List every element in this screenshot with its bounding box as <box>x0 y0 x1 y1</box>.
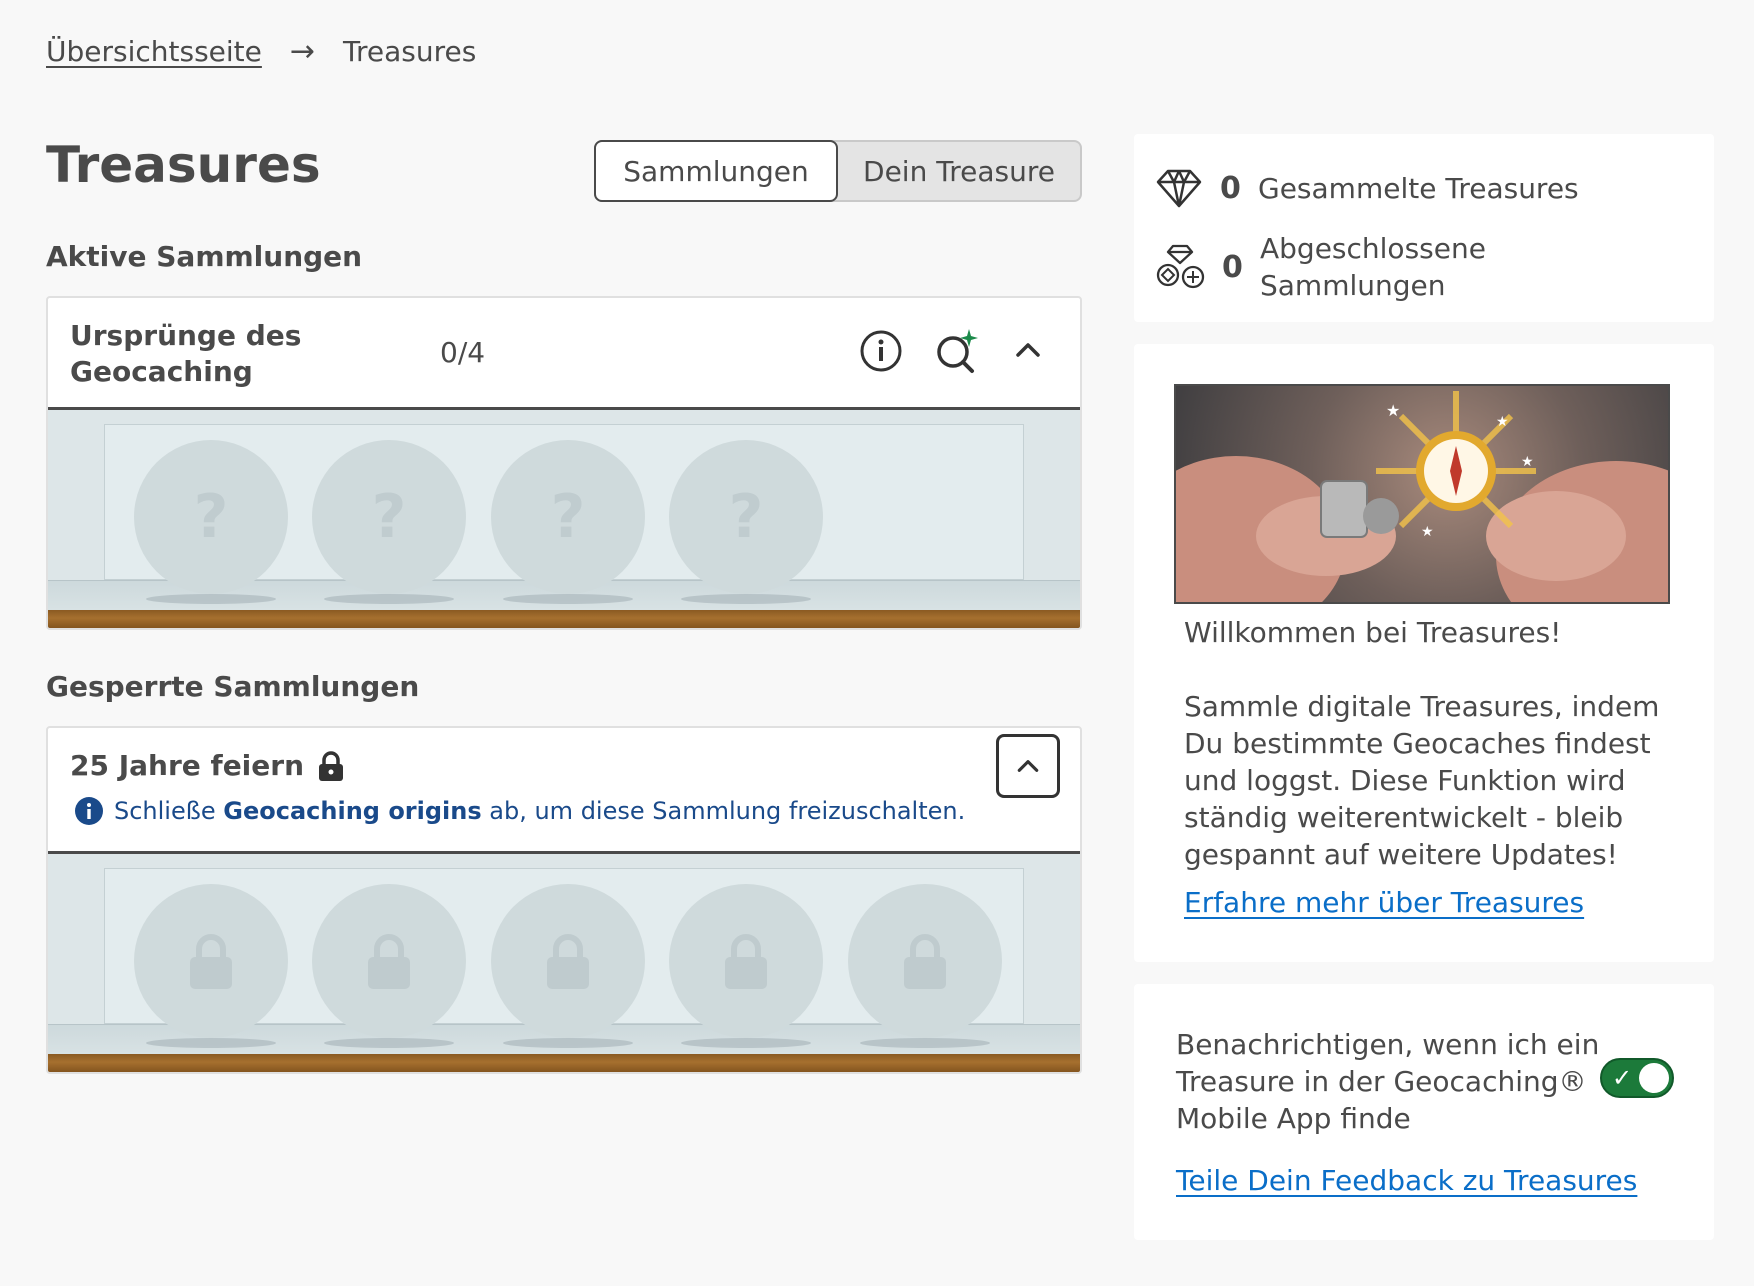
expand-chevron-button[interactable] <box>996 734 1060 798</box>
collection-title: Ursprünge des Geocaching <box>70 318 301 390</box>
locked-slot <box>134 884 288 1038</box>
search-sparkle-icon[interactable] <box>932 326 982 376</box>
completed-label: Abgeschlossene Sammlungen <box>1260 230 1486 304</box>
unlock-hint-text: Schließe Geocaching origins ab, um diese… <box>114 797 965 825</box>
treasure-slot: ? <box>491 440 645 594</box>
collected-label: Gesammelte Treasures <box>1258 171 1579 205</box>
check-icon: ✓ <box>1612 1064 1633 1092</box>
slot-shadow <box>681 1038 811 1048</box>
lock-icon <box>904 934 946 989</box>
chevron-up-icon <box>1017 760 1039 772</box>
page-title: Treasures <box>46 136 321 194</box>
unknown-icon: ? <box>371 482 407 552</box>
active-collections-heading: Aktive Sammlungen <box>46 240 363 273</box>
info-icon[interactable] <box>858 328 904 374</box>
unlock-hint: Schließe Geocaching origins ab, um diese… <box>74 796 965 826</box>
slot-shadow <box>146 1038 276 1048</box>
svg-text:★: ★ <box>1421 524 1434 540</box>
active-collection-card: Ursprünge des Geocaching 0/4 ? ? ? ? <box>46 296 1082 630</box>
view-toggle: Sammlungen Dein Treasure <box>594 140 1082 202</box>
svg-text:★: ★ <box>1496 414 1509 430</box>
hint-suffix: ab, um diese Sammlung freizuschalten. <box>481 797 966 825</box>
slot-shadow <box>324 594 454 604</box>
unknown-icon: ? <box>728 482 764 552</box>
completed-label-line: Sammlungen <box>1260 269 1446 302</box>
lock-icon <box>368 934 410 989</box>
locked-collection-card: 25 Jahre feiern Schließe Geocaching orig… <box>46 726 1082 1074</box>
active-collection-header: Ursprünge des Geocaching 0/4 <box>48 298 1080 410</box>
completed-count: 0 <box>1222 249 1243 285</box>
notify-card: Benachrichtigen, wenn ich ein Treasure i… <box>1134 984 1714 1240</box>
treasure-slot: ? <box>134 440 288 594</box>
slot-shadow <box>503 594 633 604</box>
welcome-body: Sammle digitale Treasures, indem Du best… <box>1184 688 1659 873</box>
breadcrumb: Übersichtsseite → Treasures <box>46 34 476 69</box>
toggle-knob <box>1639 1063 1669 1093</box>
hint-collection-name: Geocaching origins <box>223 797 482 825</box>
collected-stat: 0 Gesammelte Treasures <box>1156 168 1579 208</box>
collection-title-line: Ursprünge des <box>70 319 302 352</box>
locked-slot <box>848 884 1002 1038</box>
hands-compass-illustration: ★ ★ ★ ★ <box>1176 391 1668 602</box>
collection-title-line: Geocaching <box>70 355 253 388</box>
svg-text:★: ★ <box>1386 401 1400 420</box>
treasure-slot: ? <box>312 440 466 594</box>
hint-prefix: Schließe <box>114 797 224 825</box>
welcome-body-line: Sammle digitale Treasures, indem <box>1184 690 1660 723</box>
active-collection-shelf: ? ? ? ? <box>48 410 1080 628</box>
lock-icon <box>725 934 767 989</box>
lock-icon <box>547 934 589 989</box>
tab-collections[interactable]: Sammlungen <box>594 140 838 202</box>
slot-shadow <box>324 1038 454 1048</box>
gems-cluster-icon <box>1156 244 1205 289</box>
locked-slot <box>491 884 645 1038</box>
notify-label-line: Mobile App finde <box>1176 1102 1411 1135</box>
diamond-icon <box>1156 169 1202 208</box>
collected-count: 0 <box>1220 170 1241 206</box>
notify-label-line: Treasure in der Geocaching® <box>1176 1065 1587 1098</box>
lock-icon <box>190 934 232 989</box>
collection-progress: 0/4 <box>440 336 486 369</box>
locked-collection-title-row: 25 Jahre feiern <box>70 748 344 784</box>
treasure-slot: ? <box>669 440 823 594</box>
svg-text:★: ★ <box>1521 454 1534 470</box>
shelf-wood <box>48 1054 1080 1072</box>
lock-icon <box>319 751 344 781</box>
locked-slot <box>312 884 466 1038</box>
welcome-body-line: gespannt auf weitere Updates! <box>1184 838 1618 871</box>
tab-your-treasure[interactable]: Dein Treasure <box>838 142 1080 200</box>
locked-collection-shelf <box>48 854 1080 1072</box>
slot-shadow <box>860 1038 990 1048</box>
welcome-body-line: und loggst. Diese Funktion wird <box>1184 764 1626 797</box>
notify-toggle[interactable]: ✓ <box>1600 1058 1674 1098</box>
learn-more-link[interactable]: Erfahre mehr über Treasures <box>1184 884 1584 921</box>
info-filled-icon <box>75 797 103 825</box>
shelf-wood <box>48 610 1080 628</box>
locked-collections-heading: Gesperrte Sammlungen <box>46 670 420 703</box>
locked-collection-title: 25 Jahre feiern <box>70 749 305 782</box>
slot-shadow <box>503 1038 633 1048</box>
welcome-card: ★ ★ ★ ★ Willkommen bei Treasures! Sammle… <box>1134 344 1714 962</box>
welcome-body-line: Du bestimmte Geocaches findest <box>1184 727 1651 760</box>
notify-label-line: Benachrichtigen, wenn ich ein <box>1176 1028 1600 1061</box>
breadcrumb-arrow-icon: → <box>289 34 316 69</box>
completed-label-line: Abgeschlossene <box>1260 232 1486 265</box>
slot-shadow <box>681 594 811 604</box>
breadcrumb-home-link[interactable]: Übersichtsseite <box>46 35 262 68</box>
locked-collection-header: 25 Jahre feiern Schließe Geocaching orig… <box>48 728 1080 854</box>
feedback-link[interactable]: Teile Dein Feedback zu Treasures <box>1176 1162 1637 1199</box>
welcome-heading: Willkommen bei Treasures! <box>1184 616 1562 649</box>
completed-stat: 0 Abgeschlossene Sammlungen <box>1156 230 1486 304</box>
stats-card: 0 Gesammelte Treasures 0 Abgeschlossene … <box>1134 134 1714 322</box>
breadcrumb-current: Treasures <box>343 35 477 68</box>
unknown-icon: ? <box>193 482 229 552</box>
locked-slot <box>669 884 823 1038</box>
slot-shadow <box>146 594 276 604</box>
notify-label: Benachrichtigen, wenn ich ein Treasure i… <box>1176 1026 1599 1137</box>
welcome-image: ★ ★ ★ ★ <box>1174 384 1670 604</box>
welcome-body-line: ständig weiterentwickelt - bleib <box>1184 801 1624 834</box>
unknown-icon: ? <box>550 482 586 552</box>
collapse-chevron-icon[interactable] <box>1008 330 1048 370</box>
